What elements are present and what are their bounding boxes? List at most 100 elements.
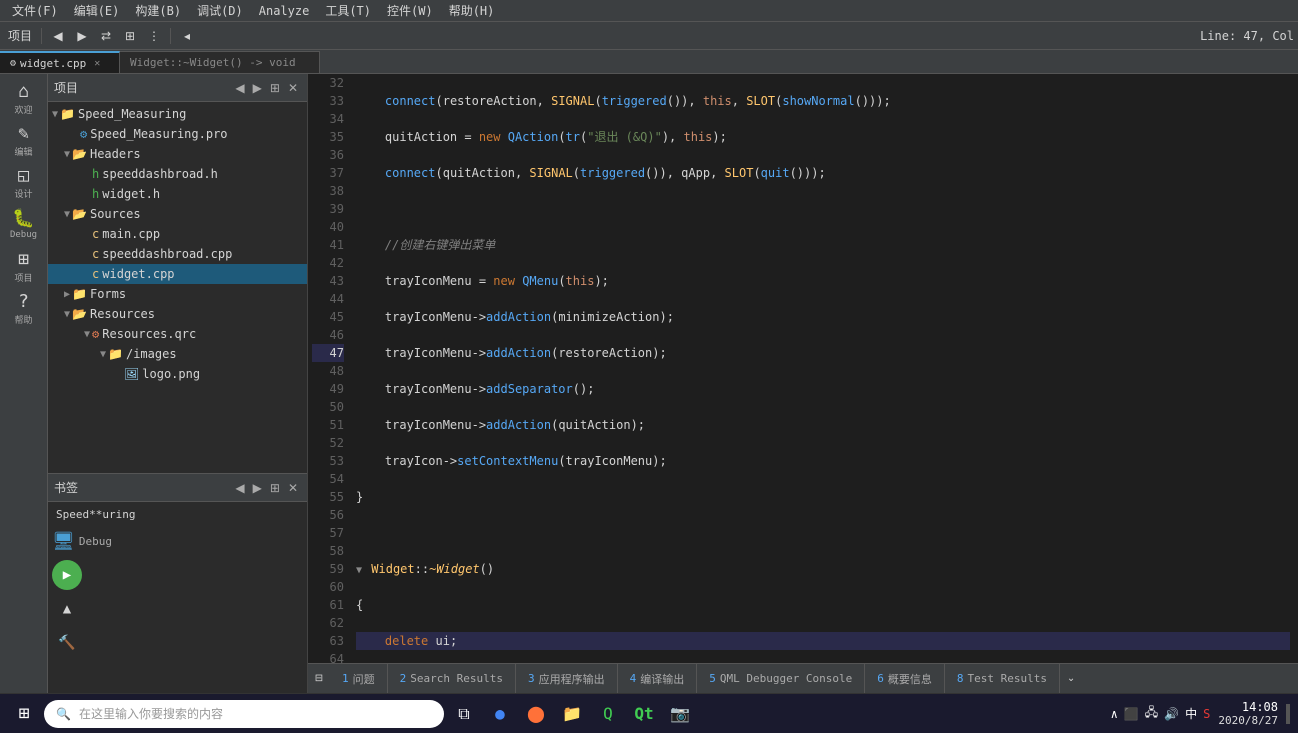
bookmarks-new[interactable]: ⊞ [267, 480, 283, 496]
tab-label-destructor: Widget::~Widget() -> void [130, 56, 296, 69]
bottom-tab-more[interactable]: ⌄ [1060, 668, 1082, 690]
tray-up-arrow[interactable]: ∧ [1111, 707, 1118, 721]
images-arrow[interactable]: ▼ [100, 349, 106, 360]
forward-button[interactable]: ▶ [71, 25, 93, 47]
new-window-button[interactable]: ⊞ [119, 25, 141, 47]
resources-arrow[interactable]: ▼ [64, 309, 70, 320]
menu-analyze[interactable]: Analyze [251, 2, 318, 20]
taskbar-search[interactable]: 🔍 在这里输入你要搜索的内容 [44, 700, 444, 728]
menu-edit[interactable]: 编辑(E) [66, 0, 128, 21]
menu-tools[interactable]: 工具(T) [317, 0, 379, 21]
sidebar-debug-btn[interactable]: 🐛 Debug [4, 204, 44, 244]
build-button[interactable]: ▲ [52, 594, 82, 624]
tree-item-sources[interactable]: ▼ 📂 Sources [48, 204, 307, 224]
menu-help[interactable]: 帮助(H) [441, 0, 503, 21]
headers-arrow[interactable]: ▼ [64, 149, 70, 160]
bottom-collapse-btn[interactable]: ⊟ [308, 668, 330, 690]
bookmarks-close[interactable]: ✕ [285, 480, 301, 496]
sidebar-welcome-btn[interactable]: ⌂ 欢迎 [4, 78, 44, 118]
qrc-arrow[interactable]: ▼ [84, 329, 90, 340]
settings-button[interactable]: ⋮ [143, 25, 165, 47]
sidebar-help-btn[interactable]: ? 帮助 [4, 288, 44, 328]
code-content[interactable]: connect(restoreAction, SIGNAL(triggered(… [348, 74, 1298, 663]
sync-button[interactable]: ⇄ [95, 25, 117, 47]
sidebar-design-btn[interactable]: ◱ 设计 [4, 162, 44, 202]
bottom-tab-summary[interactable]: 6 概要信息 [865, 664, 945, 693]
system-tray-icons: ∧ ⬛ 🖧 🔊 中 S [1111, 703, 1211, 724]
hammer-icon: 🔨 [58, 635, 75, 651]
menu-debug[interactable]: 调试(D) [189, 0, 251, 21]
tree-item-resources[interactable]: ▼ 📂 Resources [48, 304, 307, 324]
sources-arrow[interactable]: ▼ [64, 209, 70, 220]
source-icon2: c [92, 247, 99, 261]
build-icon: ▲ [63, 601, 71, 617]
forms-arrow[interactable]: ▶ [64, 289, 70, 300]
tab-label-test: Test Results [968, 672, 1047, 685]
tree-item-images[interactable]: ▼ 📁 /images [48, 344, 307, 364]
toolbar-right: Line: 47, Col [1200, 29, 1294, 43]
bottom-tab-qml-debug[interactable]: 5 QML Debugger Console [697, 664, 865, 693]
tree-item-headers[interactable]: ▼ 📂 Headers [48, 144, 307, 164]
taskbar-chrome[interactable]: ● [484, 698, 516, 730]
menu-control[interactable]: 控件(W) [379, 0, 441, 21]
taskbar-qt2[interactable]: Qt [628, 698, 660, 730]
bottom-tabs: 1 问题 2 Search Results 3 应用程序输出 4 编译输出 5 [330, 664, 1082, 693]
bookmark-hammer-area: 🔨 [52, 628, 303, 658]
file-panel-header: 项目 ◀ ▶ ⊞ ✕ [48, 74, 307, 102]
sidebar-icons: ⌂ 欢迎 ✎ 编辑 ◱ 设计 🐛 Debug ⊞ 项目 ? 帮助 [0, 74, 48, 693]
bottom-tab-compile[interactable]: 4 编译输出 [618, 664, 698, 693]
bookmarks-forward[interactable]: ▶ [250, 480, 265, 496]
tree-item-pro[interactable]: ▶ ⚙ Speed_Measuring.pro [48, 124, 307, 144]
tree-item-project[interactable]: ▼ 📁 Speed_Measuring [48, 104, 307, 124]
bottom-tab-search-results[interactable]: 2 Search Results [388, 664, 516, 693]
project-arrow[interactable]: ▼ [52, 109, 58, 120]
clock[interactable]: 14:08 2020/8/27 [1218, 700, 1278, 727]
tree-item-main-cpp[interactable]: ▶ c main.cpp [48, 224, 307, 244]
debug-label: Debug [10, 230, 37, 240]
tray-volume[interactable]: 🔊 [1164, 707, 1179, 721]
file-panel-new[interactable]: ⊞ [267, 80, 283, 96]
edit-icon: ✎ [18, 123, 29, 144]
tree-item-forms[interactable]: ▶ 📁 Forms [48, 284, 307, 304]
headers-icon: 📂 [72, 147, 87, 161]
line-info: Line: 47, Col [1200, 29, 1294, 43]
tree-item-logo-png[interactable]: ▶ 🖼 logo.png [48, 364, 307, 384]
bottom-tab-test-results[interactable]: 8 Test Results [945, 664, 1060, 693]
speedash-cpp-name: speeddashbroad.cpp [102, 247, 232, 261]
tree-item-widget-cpp[interactable]: ▶ c widget.cpp [48, 264, 307, 284]
tree-item-resources-qrc[interactable]: ▼ ⚙ Resources.qrc [48, 324, 307, 344]
tab-widget-destructor[interactable]: Widget::~Widget() -> void [120, 51, 320, 73]
bottom-tab-issues[interactable]: 1 问题 [330, 664, 388, 693]
bookmarks-back[interactable]: ◀ [232, 480, 247, 496]
file-panel-close[interactable]: ✕ [285, 80, 301, 96]
show-desktop-btn[interactable] [1286, 704, 1290, 724]
run-button[interactable]: ▶ [52, 560, 82, 590]
prev-arrow[interactable]: ◂ [176, 25, 198, 47]
images-name: /images [126, 347, 177, 361]
sidebar-edit-btn[interactable]: ✎ 编辑 [4, 120, 44, 160]
tab-label-issues: 问题 [353, 671, 375, 687]
tab-widget-cpp[interactable]: ⚙ widget.cpp ✕ [0, 51, 120, 73]
taskbar-task-view[interactable]: ⧉ [448, 698, 480, 730]
start-button[interactable]: ⊞ [8, 698, 40, 730]
hammer-button[interactable]: 🔨 [52, 628, 82, 658]
bottom-tab-app-output[interactable]: 3 应用程序输出 [516, 664, 618, 693]
sidebar-projects-btn[interactable]: ⊞ 项目 [4, 246, 44, 286]
tab-close-widget-cpp[interactable]: ✕ [94, 58, 100, 69]
back-button[interactable]: ◀ [47, 25, 69, 47]
search-placeholder: 在这里输入你要搜索的内容 [79, 705, 223, 722]
file-panel-forward[interactable]: ▶ [250, 80, 265, 96]
taskbar-qt[interactable]: Q [592, 698, 624, 730]
bookmark-item-1[interactable]: Speed**uring [52, 506, 303, 523]
tree-item-widget-h[interactable]: ▶ h widget.h [48, 184, 307, 204]
edit-label: 编辑 [14, 145, 32, 158]
file-panel-back[interactable]: ◀ [232, 80, 247, 96]
projects-label: 项目 [14, 271, 32, 284]
taskbar-camera[interactable]: 📷 [664, 698, 696, 730]
menu-file[interactable]: 文件(F) [4, 0, 66, 21]
tree-item-speedash-cpp[interactable]: ▶ c speeddashbroad.cpp [48, 244, 307, 264]
menu-build[interactable]: 构建(B) [127, 0, 189, 21]
taskbar-explorer[interactable]: 📁 [556, 698, 588, 730]
tree-item-speedash-h[interactable]: ▶ h speeddashbroad.h [48, 164, 307, 184]
taskbar-firefox[interactable]: ⬤ [520, 698, 552, 730]
